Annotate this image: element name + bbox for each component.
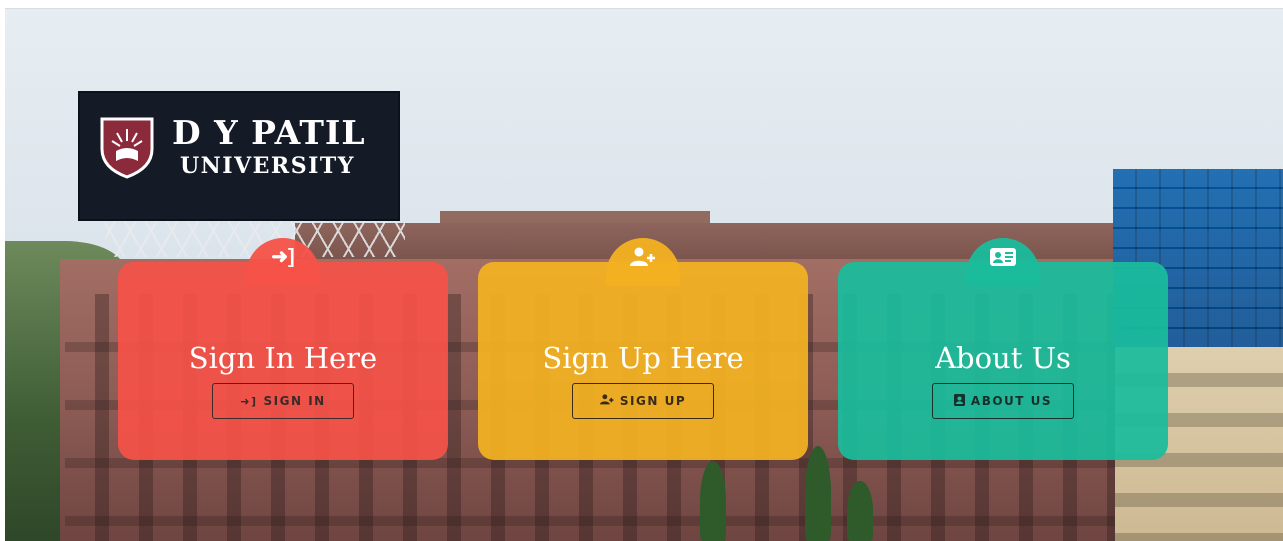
sign-up-button[interactable]: SIGN UP bbox=[572, 383, 714, 419]
sign-in-icon: ➜] bbox=[271, 246, 295, 268]
sign-in-card: ➜] Sign In Here ➜] SIGN IN bbox=[118, 238, 448, 460]
background-tree bbox=[700, 461, 726, 541]
user-plus-icon bbox=[606, 247, 680, 271]
sign-up-card: Sign Up Here SIGN UP bbox=[478, 238, 808, 460]
about-us-button-label: ABOUT US bbox=[970, 394, 1053, 408]
sign-up-title: Sign Up Here bbox=[542, 341, 744, 375]
about-card: About Us ABOUT US bbox=[838, 238, 1168, 460]
about-title: About Us bbox=[935, 341, 1071, 375]
billboard-line1: D Y PATIL bbox=[172, 113, 366, 152]
billboard-line2: UNIVERSITY bbox=[180, 153, 355, 179]
university-name: D Y PATIL UNIVERSITY bbox=[172, 115, 366, 181]
university-billboard: D Y PATIL UNIVERSITY bbox=[80, 93, 398, 219]
sign-in-title: Sign In Here bbox=[188, 341, 378, 375]
sign-in-button-label: SIGN IN bbox=[263, 394, 326, 408]
sign-in-button[interactable]: ➜] SIGN IN bbox=[212, 383, 354, 419]
sign-up-button-label: SIGN UP bbox=[619, 394, 687, 408]
university-crest-icon bbox=[100, 117, 154, 179]
user-plus-icon bbox=[599, 394, 614, 408]
background-tree bbox=[805, 446, 831, 541]
address-card-icon bbox=[966, 247, 1040, 271]
address-book-icon bbox=[953, 393, 965, 409]
hero-banner: D Y PATIL UNIVERSITY ➜] Sign In Here ➜] … bbox=[5, 8, 1283, 541]
background-tree bbox=[847, 481, 873, 541]
about-us-button[interactable]: ABOUT US bbox=[932, 383, 1074, 419]
sign-in-icon: ➜] bbox=[240, 394, 258, 408]
